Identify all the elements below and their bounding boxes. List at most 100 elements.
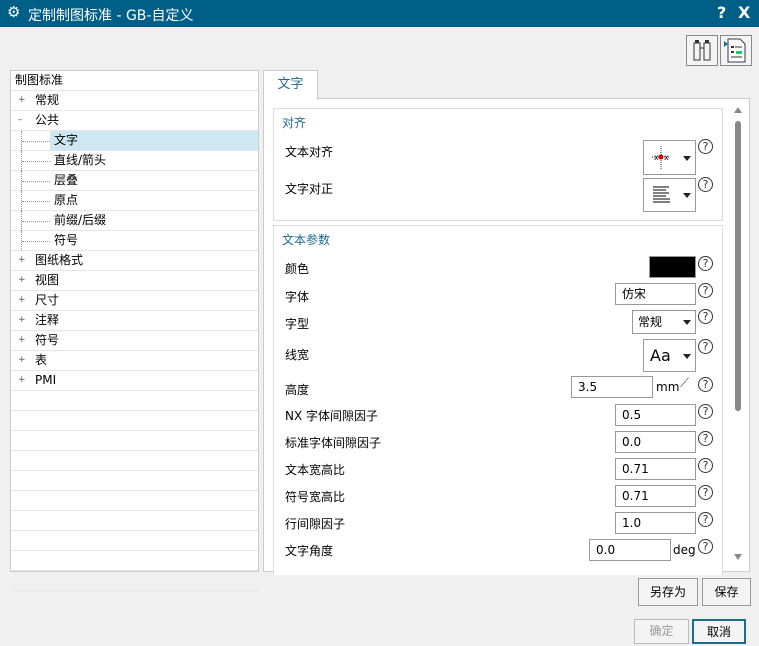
help-button[interactable]: ? <box>717 3 726 22</box>
line-width-dropdown[interactable]: Aa <box>643 339 696 372</box>
tree-item-label: 直线/箭头 <box>54 153 107 167</box>
measure-icon[interactable]: ⟋ <box>680 376 689 391</box>
color-swatch[interactable] <box>649 256 696 278</box>
nx-gap-field[interactable]: 0.5 <box>615 404 696 426</box>
vertical-scrollbar[interactable] <box>730 107 746 563</box>
line-gap-field[interactable]: 1.0 <box>615 512 696 534</box>
scroll-up-arrow[interactable] <box>734 107 742 113</box>
tree-item[interactable]: – 公共 <box>11 111 258 131</box>
text-align-label: 文本对齐 <box>285 145 334 159</box>
line-width-label: 线宽 <box>285 348 310 362</box>
help-icon[interactable]: ? <box>698 485 713 500</box>
sym-ratio-label: 符号宽高比 <box>285 490 346 504</box>
text-ratio-field[interactable]: 0.71 <box>615 458 696 480</box>
help-icon[interactable]: ? <box>698 177 713 192</box>
text-params-group: 文本参数 颜色 ? 字体 仿宋 ? 字型 常规 ? 线宽 Aa ? 高度 3.5… <box>273 225 723 575</box>
help-icon[interactable]: ? <box>698 539 713 554</box>
cancel-button[interactable]: 取消 <box>692 619 746 644</box>
expand-icon[interactable]: + <box>18 356 26 365</box>
ok-button[interactable]: 确定 <box>634 619 689 644</box>
tree-item[interactable]: 原点 <box>11 191 258 211</box>
font-field[interactable]: 仿宋 <box>615 283 696 305</box>
height-unit: mm <box>656 380 680 394</box>
save-button[interactable]: 保存 <box>702 578 751 606</box>
align-center-icon: xx <box>652 146 670 169</box>
style-dropdown[interactable]: 常规 <box>632 310 696 334</box>
tree-item-label: 文字 <box>54 133 79 147</box>
help-icon[interactable]: ? <box>698 283 713 298</box>
help-icon[interactable]: ? <box>698 458 713 473</box>
tree-empty-row <box>11 531 258 551</box>
help-icon[interactable]: ? <box>698 512 713 527</box>
expand-icon[interactable]: + <box>18 296 26 305</box>
find-button[interactable] <box>686 35 718 66</box>
tree-item[interactable]: + 常规 <box>11 91 258 111</box>
scroll-down-arrow[interactable] <box>734 554 742 560</box>
tree-empty-row <box>11 391 258 411</box>
expand-icon[interactable]: + <box>18 256 26 265</box>
tree-item[interactable]: 直线/箭头 <box>11 151 258 171</box>
close-button[interactable]: X <box>738 3 750 22</box>
tree-item-label: 图纸格式 <box>35 253 84 267</box>
tree-empty-row <box>11 451 258 471</box>
tree-item[interactable]: + 视图 <box>11 271 258 291</box>
tree-item[interactable]: + 表 <box>11 351 258 371</box>
standards-tree[interactable]: 制图标准 + 常规 – 公共 文字 直线/箭头 层叠 原点 前缀/后缀 符号 + 图纸格式 + 视图 + 尺寸… <box>10 70 259 591</box>
text-justify-dropdown[interactable] <box>643 178 696 212</box>
tree-item[interactable]: + PMI <box>11 371 258 391</box>
load-settings-button[interactable] <box>720 35 752 66</box>
text-align-dropdown[interactable]: xx <box>643 140 696 175</box>
angle-field[interactable]: 0.0 <box>589 539 671 561</box>
help-icon[interactable]: ? <box>698 404 713 419</box>
tree-empty-row <box>11 471 258 491</box>
expand-icon[interactable]: + <box>18 376 26 385</box>
settings-panel: 对齐 文本对齐 xx ? 文字对正 ? 文本参数 颜色 ? 字体 仿宋 ? 字型… <box>263 98 750 575</box>
tree-item-label: PMI <box>35 373 57 387</box>
alignment-group: 对齐 文本对齐 xx ? 文字对正 ? <box>273 108 723 221</box>
height-field[interactable]: 3.5 <box>571 376 653 398</box>
binoculars-icon <box>693 40 711 61</box>
tree-empty-row <box>11 551 258 571</box>
help-icon[interactable]: ? <box>698 139 713 154</box>
expand-icon[interactable]: + <box>18 336 26 345</box>
font-label: 字体 <box>285 290 310 304</box>
tree-guide-line <box>21 131 50 151</box>
tree-item[interactable]: 前缀/后缀 <box>11 211 258 231</box>
tab-text[interactable]: 文字 <box>263 70 318 100</box>
std-gap-field[interactable]: 0.0 <box>615 431 696 453</box>
tree-item-label: 视图 <box>35 273 60 287</box>
tree-guide-line <box>21 171 50 191</box>
style-label: 字型 <box>285 317 310 331</box>
help-icon[interactable]: ? <box>698 377 713 392</box>
height-label: 高度 <box>285 383 310 397</box>
expand-icon[interactable]: + <box>18 276 26 285</box>
tree-item-label: 层叠 <box>54 173 79 187</box>
expand-icon[interactable]: + <box>18 316 26 325</box>
tree-item[interactable]: + 注释 <box>11 311 258 331</box>
tree-item[interactable]: 文字 <box>11 131 258 151</box>
sym-ratio-field[interactable]: 0.71 <box>615 485 696 507</box>
help-icon[interactable]: ? <box>698 339 713 354</box>
expand-icon[interactable]: + <box>18 96 26 105</box>
tree-item-label: 原点 <box>54 193 79 207</box>
tree-item-label: 表 <box>35 353 48 367</box>
document-list-icon <box>724 38 746 63</box>
tree-guide-line <box>21 151 50 171</box>
save-as-button[interactable]: 另存为 <box>638 578 698 606</box>
help-icon[interactable]: ? <box>698 309 713 324</box>
tree-item-label: 注释 <box>35 313 60 327</box>
tree-empty-row <box>11 491 258 511</box>
tree-empty-row <box>11 411 258 431</box>
collapse-icon[interactable]: – <box>18 116 25 125</box>
tree-item[interactable]: 符号 <box>11 231 258 251</box>
svg-text:x: x <box>664 153 669 162</box>
line-gap-label: 行间隙因子 <box>285 517 346 531</box>
help-icon[interactable]: ? <box>698 256 713 271</box>
tree-item[interactable]: 层叠 <box>11 171 258 191</box>
tree-guide-line <box>21 231 50 251</box>
help-icon[interactable]: ? <box>698 431 713 446</box>
tree-item[interactable]: + 符号 <box>11 331 258 351</box>
tree-item[interactable]: + 尺寸 <box>11 291 258 311</box>
scrollbar-thumb[interactable] <box>735 121 741 411</box>
tree-item[interactable]: + 图纸格式 <box>11 251 258 271</box>
